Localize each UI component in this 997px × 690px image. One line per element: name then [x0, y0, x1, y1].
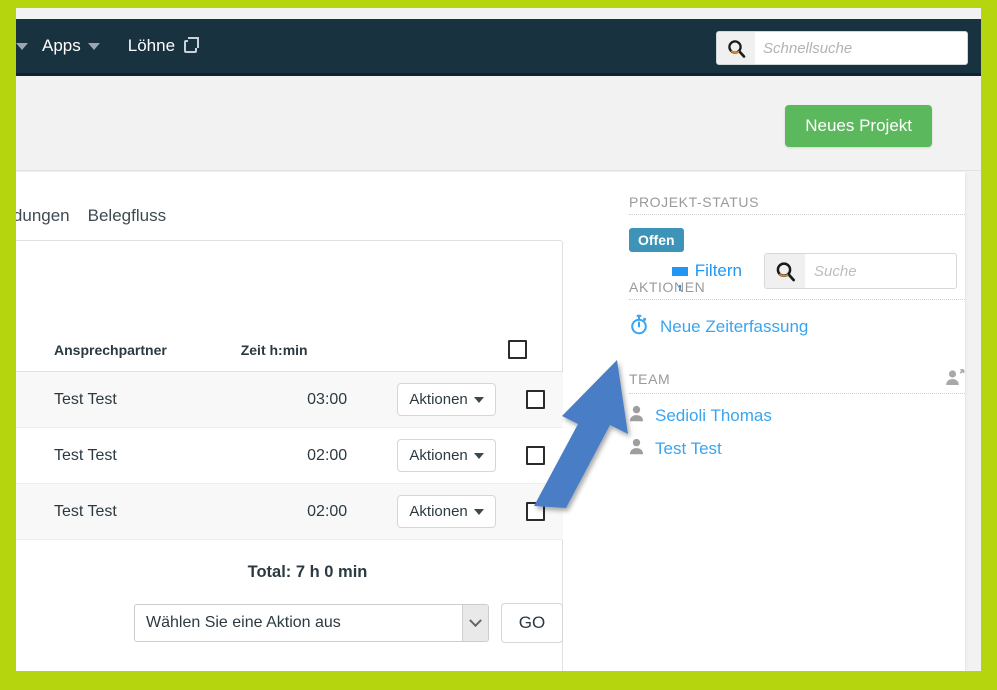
green-border-frame: Apps Löhne Neues Projekt — [0, 0, 997, 690]
add-person-icon[interactable] — [945, 369, 965, 389]
chevron-down-icon — [473, 396, 484, 403]
table-body: Test Test 03:00 Aktionen Test Test 02:00… — [16, 371, 563, 540]
cell-ansprechpartner: Test Test — [16, 371, 217, 428]
select-all-checkbox[interactable] — [507, 340, 527, 359]
column-header-ansprechpartner: Ansprechpartner — [16, 330, 217, 372]
team-member-name: Test Test — [655, 439, 722, 458]
projekt-status-heading: PROJEKT-STATUS — [629, 194, 965, 215]
row-actions-button[interactable]: Aktionen — [397, 439, 496, 472]
status-badge: Offen — [629, 228, 684, 252]
cell-zeit: 02:00 — [216, 483, 348, 540]
app-viewport: Apps Löhne Neues Projekt — [16, 8, 981, 671]
table-row: Test Test 02:00 Aktionen — [16, 483, 563, 540]
row-actions-label: Aktionen — [409, 447, 468, 464]
chevron-down-icon — [473, 508, 484, 515]
column-header-actions — [347, 330, 508, 372]
table-header: Ansprechpartner Zeit h:min — [16, 330, 563, 372]
chevron-down-icon[interactable] — [462, 605, 488, 641]
nav-item-loehne[interactable]: Löhne — [114, 36, 211, 56]
new-project-button[interactable]: Neues Projekt — [785, 105, 932, 147]
section-projekt-status: PROJEKT-STATUS Offen — [629, 194, 965, 252]
total-time-label: Total: 7 h 0 min — [247, 563, 368, 581]
table-row: Test Test 03:00 Aktionen — [16, 371, 563, 428]
nav-item-partial[interactable] — [16, 42, 28, 50]
nav-item-apps-label: Apps — [42, 36, 81, 55]
row-actions-button[interactable]: Aktionen — [397, 383, 496, 416]
tab-verwendungen[interactable]: endungen — [16, 202, 88, 240]
bulk-action-row: Wählen Sie eine Aktion aus GO — [134, 603, 563, 643]
search-icon — [717, 32, 755, 64]
chevron-down-icon — [473, 452, 484, 459]
chevron-down-glyph — [469, 613, 482, 627]
team-member-sedioli-thomas[interactable]: Sedioli Thomas — [629, 405, 965, 427]
new-time-entry-label: Neue Zeiterfassung — [660, 317, 809, 336]
time-entries-table: Ansprechpartner Zeit h:min Test Test 03:… — [16, 330, 563, 540]
team-member-name: Sedioli Thomas — [655, 406, 772, 425]
cell-actions: Aktionen — [347, 483, 508, 540]
cell-actions: Aktionen — [347, 427, 508, 484]
section-aktionen: AKTIONEN Neue Zeiterfassung — [629, 279, 965, 340]
go-button[interactable]: GO — [501, 603, 563, 643]
team-heading-label: TEAM — [629, 371, 671, 387]
external-link-icon — [184, 36, 200, 53]
team-member-test-test[interactable]: Test Test — [629, 438, 965, 460]
chevron-down-icon — [16, 42, 28, 50]
row-actions-button[interactable]: Aktionen — [397, 495, 496, 528]
bulk-action-value: Wählen Sie eine Aktion aus — [146, 614, 341, 631]
tab-belegfluss[interactable]: Belegfluss — [88, 202, 184, 240]
projekt-status-heading-label: PROJEKT-STATUS — [629, 194, 760, 210]
cell-ansprechpartner: Test Test — [16, 483, 217, 540]
column-header-select-all — [507, 330, 563, 372]
row-actions-label: Aktionen — [409, 503, 468, 520]
project-sidebar: PROJEKT-STATUS Offen AKTIONEN Neue Zeite… — [629, 194, 965, 460]
cell-zeit: 03:00 — [216, 371, 348, 428]
aktionen-heading-label: AKTIONEN — [629, 279, 706, 295]
new-time-entry-link[interactable]: Neue Zeiterfassung — [629, 314, 965, 340]
team-heading: TEAM — [629, 369, 965, 394]
top-navbar: Apps Löhne — [16, 19, 981, 76]
table-row: Test Test 02:00 Aktionen — [16, 427, 563, 484]
row-actions-label: Aktionen — [409, 391, 468, 408]
cell-select — [507, 483, 563, 540]
row-checkbox[interactable] — [525, 502, 545, 521]
table-header-row: Ansprechpartner Zeit h:min — [16, 330, 563, 372]
row-checkbox[interactable] — [525, 446, 545, 465]
content-panel: endungen Belegfluss Filtern — [16, 172, 965, 671]
stopwatch-icon — [629, 314, 649, 340]
aktionen-heading: AKTIONEN — [629, 279, 965, 300]
quick-search-input[interactable] — [755, 32, 967, 64]
section-team: TEAM Sedioli Thomas Test Test — [629, 369, 965, 460]
cell-actions: Aktionen — [347, 371, 508, 428]
cell-select — [507, 427, 563, 484]
nav-item-apps[interactable]: Apps — [28, 36, 114, 56]
chevron-down-icon — [87, 42, 100, 50]
nav-item-loehne-label: Löhne — [127, 36, 176, 55]
bulk-action-select[interactable]: Wählen Sie eine Aktion aus — [134, 604, 489, 642]
person-icon — [629, 438, 644, 460]
column-header-zeit: Zeit h:min — [216, 330, 348, 372]
row-checkbox[interactable] — [525, 390, 545, 409]
cell-ansprechpartner: Test Test — [16, 427, 217, 484]
quick-search[interactable] — [716, 31, 968, 65]
person-icon — [629, 405, 644, 427]
cell-select — [507, 371, 563, 428]
page-action-bar: Neues Projekt — [16, 76, 981, 171]
cell-zeit: 02:00 — [216, 427, 348, 484]
